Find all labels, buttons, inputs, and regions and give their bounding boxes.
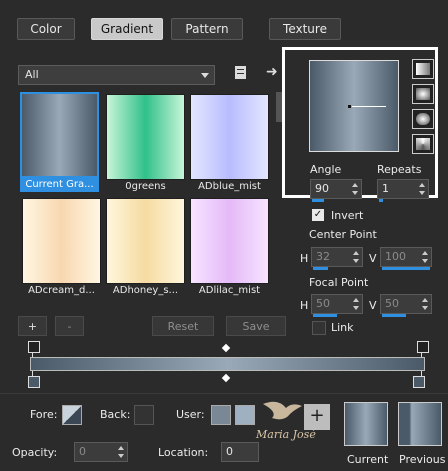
previous-label: Previous bbox=[399, 453, 446, 466]
color-stop-left[interactable] bbox=[28, 376, 40, 388]
invert-label: Invert bbox=[331, 209, 364, 222]
user-label: User: bbox=[176, 408, 205, 421]
focal-h-input[interactable]: 50 bbox=[311, 294, 363, 317]
focal-h-slider[interactable] bbox=[313, 314, 337, 317]
list-item[interactable]: ADhoney_s... bbox=[106, 198, 185, 298]
location-label: Location: bbox=[158, 446, 209, 459]
linear-style-icon[interactable] bbox=[412, 59, 434, 79]
repeats-slider[interactable] bbox=[379, 199, 383, 202]
angle-input[interactable]: 90 bbox=[310, 179, 362, 202]
fore-color-swatch[interactable] bbox=[62, 405, 82, 425]
gradient-label: ADcream_d... bbox=[28, 285, 95, 296]
location-input[interactable]: 0 bbox=[221, 442, 259, 462]
current-gradient-swatch[interactable] bbox=[344, 402, 388, 446]
gradient-swatch bbox=[22, 198, 101, 284]
gradient-library: Current Gra... 0greens ADblue_mist ADcre… bbox=[18, 90, 274, 300]
chevron-down-icon bbox=[201, 73, 209, 78]
watermark-text: Maria José bbox=[256, 428, 316, 441]
center-v-slider[interactable] bbox=[382, 267, 430, 270]
save-button[interactable]: Save bbox=[226, 316, 286, 336]
gradient-preview[interactable] bbox=[309, 60, 399, 152]
repeats-input[interactable]: 1 bbox=[377, 179, 429, 202]
category-value: All bbox=[25, 68, 39, 81]
link-label: Link bbox=[331, 321, 354, 334]
list-item[interactable]: ADcream_d... bbox=[22, 198, 101, 298]
sunburst-style-icon[interactable] bbox=[412, 134, 434, 154]
gradient-label: Current Gra... bbox=[20, 178, 99, 192]
library-manage-icon[interactable] bbox=[235, 66, 246, 79]
link-checkbox[interactable] bbox=[312, 321, 326, 335]
tab-color[interactable]: Color bbox=[17, 18, 75, 40]
color-stop-right[interactable] bbox=[413, 376, 425, 388]
gradient-swatch bbox=[190, 94, 269, 180]
arrow-right-icon[interactable]: ➜ bbox=[266, 64, 278, 80]
user-color-1[interactable] bbox=[211, 405, 231, 425]
center-v-label: V bbox=[369, 252, 377, 265]
focal-h-label: H bbox=[300, 299, 309, 312]
opacity-label: Opacity: bbox=[12, 446, 58, 459]
back-label: Back: bbox=[100, 408, 131, 421]
angle-label: Angle bbox=[310, 163, 342, 176]
gradient-editor-bar[interactable] bbox=[30, 357, 425, 371]
reset-button[interactable]: Reset bbox=[152, 316, 214, 336]
center-h-slider[interactable] bbox=[313, 267, 328, 270]
center-h-label: H bbox=[300, 252, 309, 265]
gradient-swatch bbox=[106, 94, 185, 180]
category-dropdown[interactable]: All bbox=[18, 65, 215, 85]
invert-checkbox[interactable]: ✓ bbox=[312, 209, 324, 221]
list-item[interactable]: 0greens bbox=[106, 94, 185, 194]
opacity-stop-right[interactable] bbox=[417, 341, 429, 353]
tab-pattern[interactable]: Pattern bbox=[171, 18, 243, 40]
gradient-label: 0greens bbox=[125, 181, 166, 192]
previous-gradient-swatch[interactable] bbox=[398, 402, 442, 446]
back-color-swatch[interactable] bbox=[134, 405, 154, 425]
center-h-input[interactable]: 32 bbox=[311, 247, 363, 270]
center-v-input[interactable]: 100 bbox=[380, 247, 432, 270]
fore-label: Fore: bbox=[30, 408, 58, 421]
opacity-stop-left[interactable] bbox=[28, 341, 40, 353]
list-item[interactable]: ADlilac_mist bbox=[190, 198, 269, 298]
tab-texture[interactable]: Texture bbox=[269, 18, 341, 40]
divider bbox=[0, 393, 448, 394]
rectangular-style-icon[interactable] bbox=[412, 84, 434, 104]
center-point-label: Center Point bbox=[309, 228, 377, 241]
add-gradient-button[interactable]: + bbox=[18, 316, 47, 336]
user-color-2[interactable] bbox=[235, 405, 255, 425]
color-midpoint[interactable] bbox=[221, 373, 231, 383]
repeats-label: Repeats bbox=[377, 163, 422, 176]
tab-gradient[interactable]: Gradient bbox=[91, 18, 163, 40]
angle-slider[interactable] bbox=[312, 199, 324, 202]
bird-watermark-icon bbox=[258, 396, 308, 426]
focal-v-label: V bbox=[369, 299, 377, 312]
gradient-label: ADlilac_mist bbox=[198, 285, 261, 296]
opacity-input[interactable]: 0 bbox=[74, 442, 128, 462]
focal-point-label: Focal Point bbox=[309, 276, 369, 289]
radial-style-icon[interactable] bbox=[412, 109, 434, 129]
gradient-swatch bbox=[190, 198, 269, 284]
angle-line bbox=[352, 106, 386, 107]
focal-v-input[interactable]: 50 bbox=[380, 294, 432, 317]
current-label: Current bbox=[347, 453, 389, 466]
list-item[interactable]: ADblue_mist bbox=[190, 94, 269, 194]
gradient-label: ADblue_mist bbox=[198, 181, 261, 192]
focal-v-slider[interactable] bbox=[382, 314, 406, 317]
gradient-swatch bbox=[20, 92, 99, 178]
list-item[interactable]: Current Gra... bbox=[20, 92, 99, 192]
opacity-midpoint[interactable] bbox=[221, 343, 231, 353]
gradient-label: ADhoney_s... bbox=[112, 285, 179, 296]
crosshair-icon bbox=[348, 105, 351, 108]
remove-gradient-button[interactable]: - bbox=[55, 316, 84, 336]
gradient-swatch bbox=[106, 198, 185, 284]
